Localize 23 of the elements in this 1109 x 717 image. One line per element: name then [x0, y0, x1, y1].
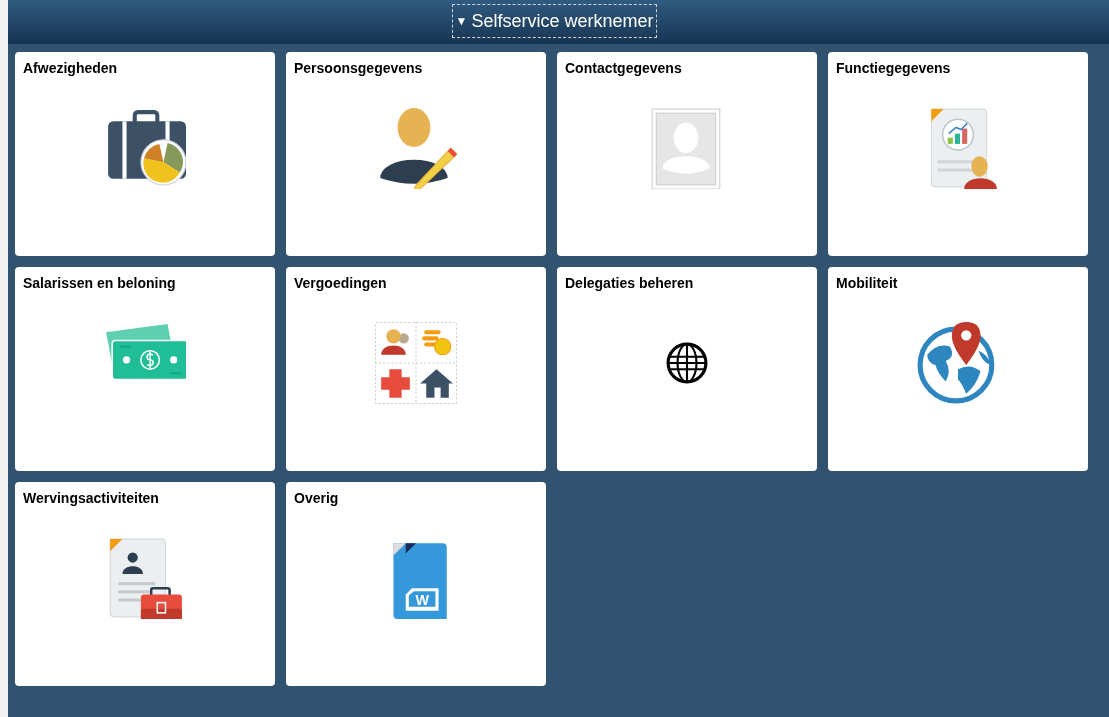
section-toggle[interactable]: ▼ Selfservice werknemer — [451, 4, 658, 38]
tile[interactable]: Afwezigheden — [15, 52, 275, 256]
tile[interactable]: Contactgegevens — [557, 52, 817, 256]
tile-title: Overig — [293, 489, 340, 508]
tile-title: Contactgegevens — [564, 59, 683, 78]
tile[interactable]: Delegaties beheren — [557, 267, 817, 471]
benefits-grid-icon — [375, 321, 457, 404]
tile-title: Afwezigheden — [22, 59, 119, 78]
globe-icon — [666, 341, 708, 384]
tile-title: Mobiliteit — [835, 274, 899, 293]
tile[interactable]: Persoonsgegevens — [286, 52, 546, 256]
tile[interactable]: Mobiliteit — [828, 267, 1088, 471]
tile-title: Functiegegevens — [835, 59, 952, 78]
tile-title: Delegaties beheren — [564, 274, 695, 293]
tile[interactable]: Vergoedingen — [286, 267, 546, 471]
tile[interactable]: Functiegegevens — [828, 52, 1088, 256]
tile-title: Salarissen en beloning — [22, 274, 177, 293]
tile[interactable]: Wervingsactiviteiten — [15, 482, 275, 686]
tile-title: Wervingsactiviteiten — [22, 489, 160, 508]
tile[interactable]: Salarissen en beloning — [15, 267, 275, 471]
tile[interactable]: Overig W — [286, 482, 546, 686]
tile-title: Persoonsgegevens — [293, 59, 424, 78]
tile-title: Vergoedingen — [293, 274, 388, 293]
